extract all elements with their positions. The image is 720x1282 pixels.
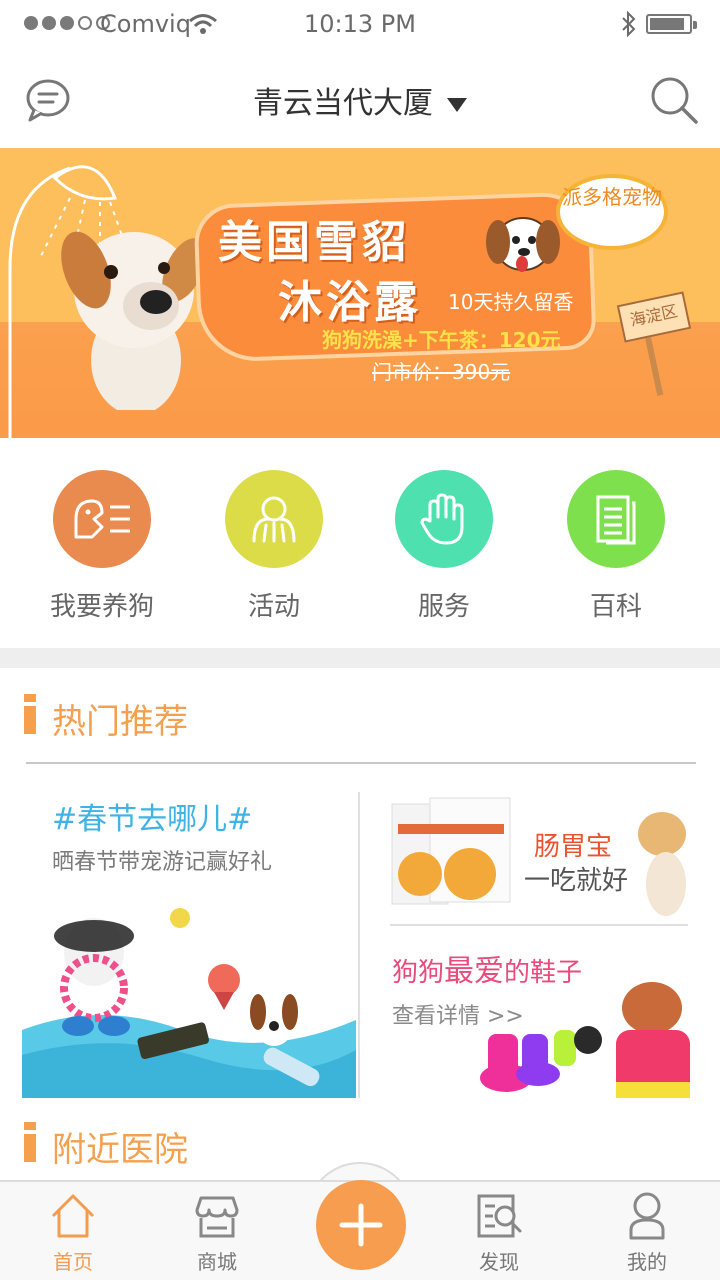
section-title-text: 热门推荐 <box>52 702 188 742</box>
view-details-link[interactable]: 查看详情 >> <box>392 998 524 1030</box>
location-selector[interactable]: 青云当代大厦 <box>0 78 720 122</box>
document-icon <box>567 470 665 568</box>
tab-label: 发现 <box>479 1250 519 1274</box>
tab-store[interactable]: 商城 <box>162 1182 272 1282</box>
promo-left-subtitle: 晒春节带宠游记赢好礼 <box>52 850 273 875</box>
promo-rb-title-emphasis: 最爱 <box>444 954 505 989</box>
quick-menu-item-wiki[interactable]: 百科 <box>530 470 702 623</box>
brand-badge: 派多格宠物 <box>556 174 668 250</box>
promo-right-top-subtitle: 一吃就好 <box>524 866 629 896</box>
section-divider <box>0 648 720 668</box>
quick-menu-label: 服务 <box>417 592 470 622</box>
store-icon <box>195 1196 239 1238</box>
promo-card-spring-festival[interactable]: #春节去哪儿# 晒春节带宠游记赢好礼 <box>22 790 356 1098</box>
clock: 10:13 PM <box>304 10 416 38</box>
tab-discover[interactable]: 发现 <box>444 1182 554 1282</box>
battery-icon <box>646 14 697 34</box>
tab-label: 首页 <box>53 1250 93 1274</box>
grid-divider-vertical <box>358 792 360 1098</box>
promo-left-title: #春节去哪儿# <box>52 802 253 837</box>
tab-home[interactable]: 首页 <box>18 1182 128 1282</box>
section-rule <box>26 762 696 764</box>
chevron-down-icon <box>447 97 467 112</box>
travel-dog-illustration <box>22 908 356 1098</box>
quick-menu-label: 活动 <box>247 592 300 622</box>
discover-icon <box>477 1194 522 1238</box>
add-button[interactable] <box>316 1180 406 1270</box>
promo-right-top-title: 肠胃宝 <box>534 832 613 862</box>
section-title-text: 附近医院 <box>52 1130 188 1170</box>
profile-icon <box>629 1192 665 1240</box>
quick-menu-label: 百科 <box>589 592 642 622</box>
banner-headline-line1: 美国雪貂 <box>218 217 410 268</box>
district-sign: 海淀区 <box>616 291 692 343</box>
location-label: 青云当代大厦 <box>253 86 433 121</box>
status-bar: Comviq 10:13 PM <box>0 0 720 50</box>
section-marker <box>24 1122 36 1162</box>
brand-badge-text: 派多格宠物 <box>562 185 662 209</box>
quick-menu-item-activity[interactable]: 活动 <box>188 470 360 623</box>
quick-menu-label: 我要养狗 <box>49 592 154 622</box>
quick-menu-item-adopt[interactable]: 我要养狗 <box>16 470 188 623</box>
banner-original-price: 门市价：390元 <box>372 360 511 384</box>
promo-rb-title-part: 狗狗 <box>392 958 445 988</box>
section-marker <box>24 694 36 734</box>
puppy-photo <box>61 231 206 410</box>
promo-rb-title-part: 的鞋子 <box>504 958 583 988</box>
quick-menu: 我要养狗 活动 服务 百科 <box>0 438 720 648</box>
search-icon[interactable] <box>648 74 700 126</box>
activity-icon <box>225 470 323 568</box>
banner-offer: 狗狗洗澡+下午茶：120元 <box>322 328 561 352</box>
banner-tagline: 10天持久留香 <box>448 290 574 314</box>
banner-headline-line2: 沐浴露 <box>278 277 422 328</box>
hand-icon <box>395 470 493 568</box>
promo-banner[interactable]: 美国雪貂 沐浴露 10天持久留香 狗狗洗澡+下午茶：120元 门市价：390元 … <box>0 148 720 438</box>
cartoon-dog-illustration <box>486 217 560 272</box>
home-icon <box>51 1194 95 1238</box>
promo-right-bottom-title: 狗狗最爱的鞋子 <box>392 946 582 990</box>
dog-adopt-icon <box>53 470 151 568</box>
quick-menu-item-service[interactable]: 服务 <box>358 470 530 623</box>
plus-icon <box>339 1203 383 1247</box>
tab-label: 商城 <box>197 1250 237 1274</box>
tab-label: 我的 <box>627 1250 667 1274</box>
tab-profile[interactable]: 我的 <box>592 1182 702 1282</box>
top-navigation-bar: 青云当代大厦 <box>0 50 720 148</box>
bluetooth-icon <box>622 10 636 38</box>
